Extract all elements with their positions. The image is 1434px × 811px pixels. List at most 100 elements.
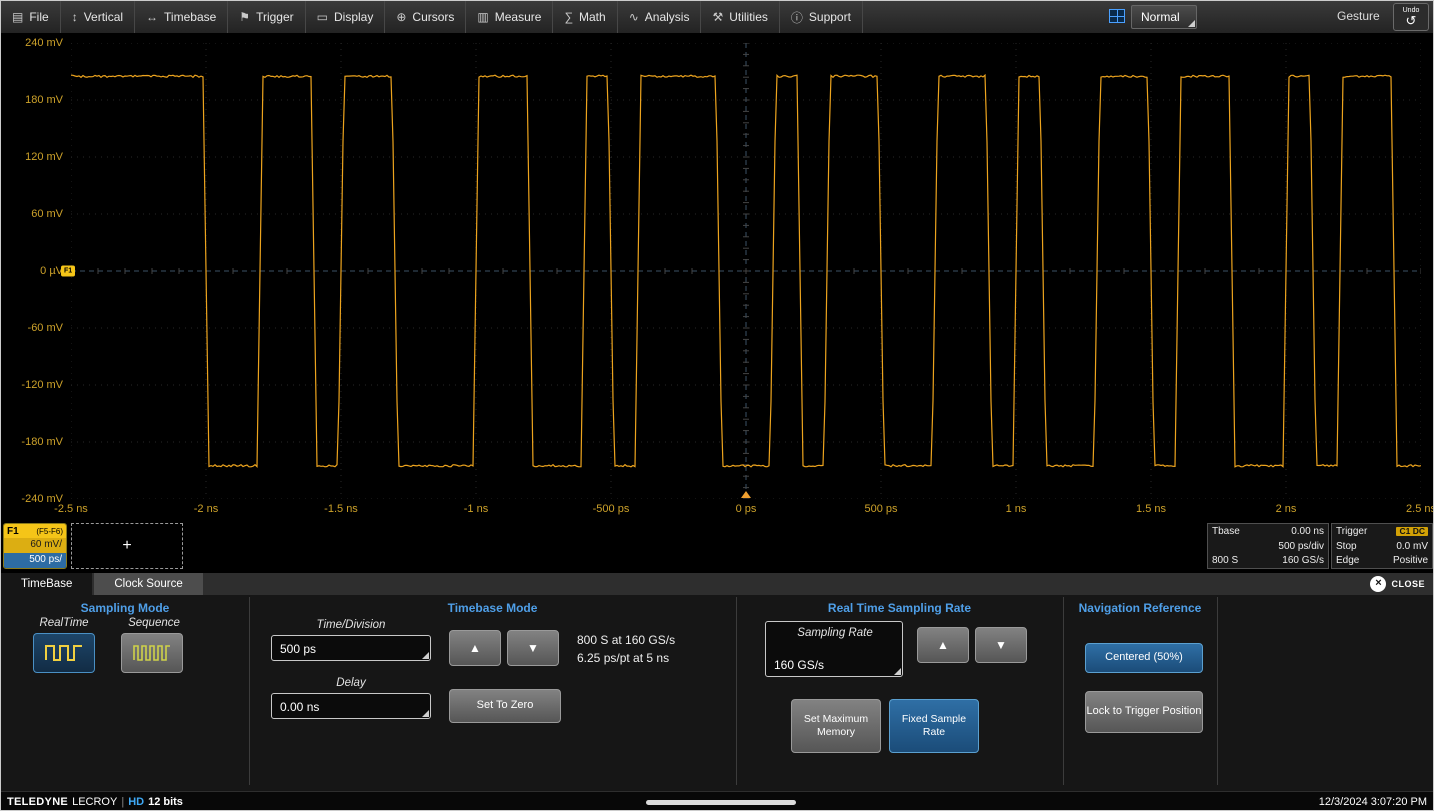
menu-item-trigger[interactable]: ⚑ Trigger <box>228 1 305 33</box>
set-to-zero-label: Set To Zero <box>477 699 534 713</box>
fixed-sample-rate-button[interactable]: Fixed Sample Rate <box>889 699 979 753</box>
menu-item-file[interactable]: ▤ File <box>1 1 61 33</box>
timebase-icon: ↔ <box>146 10 158 24</box>
dialog-close-button[interactable]: × CLOSE <box>1370 573 1434 595</box>
menu-item-measure[interactable]: ▥ Measure <box>466 1 553 33</box>
vertical-icon: ↕ <box>72 10 78 24</box>
f1-trace-descriptor[interactable]: F1 (F5-F6) 60 mV/ 500 ps/ <box>3 523 67 569</box>
scope-display: 240 mV 180 mV 120 mV 60 mV 0 µV -60 mV -… <box>1 33 1434 523</box>
menu-item-vertical[interactable]: ↕ Vertical <box>61 1 135 33</box>
sequence-waveform-icon <box>133 643 171 663</box>
sampling-rate-down-button[interactable]: ▼ <box>975 627 1027 663</box>
timestamp: 12/3/2024 3:07:20 PM <box>1319 796 1434 808</box>
tbase-points: 800 S <box>1212 555 1238 566</box>
menu-label: Utilities <box>729 10 768 24</box>
oscilloscope-app: ▤ File ↕ Vertical ↔ Timebase ⚑ Trigger ▭… <box>0 0 1434 811</box>
set-maximum-memory-label: Set Maximum Memory <box>792 713 880 739</box>
menu-label: Trigger <box>256 10 294 24</box>
menu-item-cursors[interactable]: ⊕ Cursors <box>385 1 466 33</box>
centered-50-button[interactable]: Centered (50%) <box>1085 643 1203 673</box>
trigger-position-marker[interactable] <box>741 491 751 498</box>
timebase-descriptor[interactable]: Tbase 0.00 ns 500 ps/div 800 S 160 GS/s <box>1207 523 1329 569</box>
y-axis-label: -180 mV <box>1 436 63 448</box>
menu-item-timebase[interactable]: ↔ Timebase <box>135 1 228 33</box>
bits-label: 12 bits <box>148 796 183 808</box>
tbase-scale: 500 ps/div <box>1278 541 1324 552</box>
trigger-level: 0.0 mV <box>1396 541 1428 552</box>
acquisition-info-text: 800 S at 160 GS/s 6.25 ps/pt at 5 ns <box>577 631 675 667</box>
menu-item-math[interactable]: ∑ Math <box>553 1 617 33</box>
menu-item-display[interactable]: ▭ Display <box>306 1 386 33</box>
cursors-icon: ⊕ <box>396 10 406 24</box>
tbase-rate: 160 GS/s <box>1282 555 1324 566</box>
hd-badge: HD <box>128 796 144 808</box>
y-axis-label: 60 mV <box>1 208 63 220</box>
trigger-slope: Positive <box>1393 555 1428 566</box>
time-division-down-button[interactable]: ▼ <box>507 630 559 666</box>
x-axis-label: 500 ps <box>864 503 897 515</box>
info-line-1: 800 S at 160 GS/s <box>577 631 675 649</box>
grid-display-icon[interactable] <box>1109 9 1125 23</box>
waveform-plot-area[interactable] <box>71 43 1421 499</box>
display-icon: ▭ <box>317 10 328 24</box>
section-divider <box>1217 597 1218 785</box>
time-division-label: Time/Division <box>271 619 431 631</box>
menu-label: Cursors <box>412 10 454 24</box>
sampling-mode-title: Sampling Mode <box>1 601 249 615</box>
x-axis-label: -2 ns <box>194 503 218 515</box>
brand-separator: | <box>121 796 124 808</box>
trigger-descriptor[interactable]: Trigger C1 DC Stop 0.0 mV Edge Positive <box>1331 523 1433 569</box>
status-bar: TELEDYNE LECROY | HD 12 bits 12/3/2024 3… <box>1 791 1434 811</box>
f1-ref: (F5-F6) <box>36 527 63 536</box>
menu-label: Vertical <box>84 10 123 24</box>
horizontal-scrollbar[interactable] <box>646 800 796 805</box>
undo-button[interactable]: Undo ↺ <box>1393 3 1429 31</box>
sampling-rate-up-button[interactable]: ▲ <box>917 627 969 663</box>
trigger-flag-icon: ⚑ <box>239 10 250 24</box>
delay-field[interactable]: 0.00 ns <box>271 693 431 719</box>
x-axis-label: -2.5 ns <box>54 503 88 515</box>
y-axis-label: 0 µV <box>1 265 63 277</box>
x-axis-label: -1 ns <box>464 503 488 515</box>
sequence-mode-button[interactable] <box>121 633 183 673</box>
close-label: CLOSE <box>1391 579 1425 589</box>
menu-label: Display <box>334 10 373 24</box>
time-division-field[interactable]: 500 ps <box>271 635 431 661</box>
f1-zero-marker[interactable]: F1 <box>61 266 75 277</box>
x-axis-label: -500 ps <box>593 503 630 515</box>
file-icon: ▤ <box>12 10 23 24</box>
measure-icon: ▥ <box>477 10 488 24</box>
brand-teledyne: TELEDYNE <box>7 796 68 808</box>
delay-value: 0.00 ns <box>280 700 319 714</box>
x-axis-label: 2 ns <box>1276 503 1297 515</box>
tab-timebase[interactable]: TimeBase <box>1 573 92 595</box>
section-divider <box>1063 597 1064 785</box>
lock-to-trigger-position-button[interactable]: Lock to Trigger Position <box>1085 691 1203 733</box>
realtime-mode-button[interactable] <box>33 633 95 673</box>
set-to-zero-button[interactable]: Set To Zero <box>449 689 561 723</box>
add-trace-button[interactable]: + <box>71 523 183 569</box>
display-mode-button[interactable]: Normal <box>1131 5 1197 29</box>
x-axis-label: 2.5 ns <box>1406 503 1434 515</box>
set-maximum-memory-button[interactable]: Set Maximum Memory <box>791 699 881 753</box>
analysis-icon: ∿ <box>629 10 639 24</box>
x-axis-label: 1.5 ns <box>1136 503 1166 515</box>
x-axis-label: 1 ns <box>1006 503 1027 515</box>
menu-item-analysis[interactable]: ∿ Analysis <box>618 1 702 33</box>
y-axis-label: 120 mV <box>1 151 63 163</box>
menu-item-utilities[interactable]: ⚒ Utilities <box>701 1 779 33</box>
menu-label: Measure <box>495 10 542 24</box>
trigger-mode: Stop <box>1336 541 1357 552</box>
tab-clock-source[interactable]: Clock Source <box>94 573 202 595</box>
sampling-rate-field[interactable]: Sampling Rate 160 GS/s <box>765 621 903 677</box>
lock-to-trigger-label: Lock to Trigger Position <box>1087 705 1202 719</box>
close-icon: × <box>1370 576 1386 592</box>
time-division-up-button[interactable]: ▲ <box>449 630 501 666</box>
sequence-label: Sequence <box>119 617 189 629</box>
trigger-source-badge: C1 DC <box>1396 527 1428 536</box>
descriptor-row: F1 (F5-F6) 60 mV/ 500 ps/ + Tbase 0.00 n… <box>1 523 1434 571</box>
tbase-delay: 0.00 ns <box>1291 526 1324 537</box>
gesture-button[interactable]: Gesture <box>1337 9 1380 23</box>
plus-icon: + <box>122 537 131 555</box>
menu-item-support[interactable]: ⓘ Support <box>780 1 863 33</box>
